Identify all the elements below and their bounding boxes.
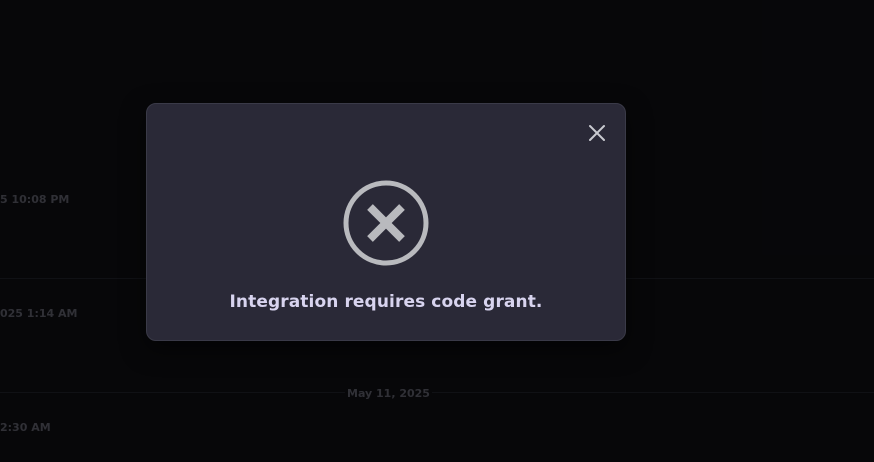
close-icon — [589, 125, 605, 141]
error-dialog: Integration requires code grant. — [146, 103, 626, 341]
error-message: Integration requires code grant. — [229, 292, 543, 312]
error-x-circle-icon — [343, 180, 429, 266]
app-window: 5 10:08 PM 025 1:14 AM May 11, 2025 2:30… — [0, 0, 874, 462]
close-button[interactable] — [585, 121, 609, 145]
